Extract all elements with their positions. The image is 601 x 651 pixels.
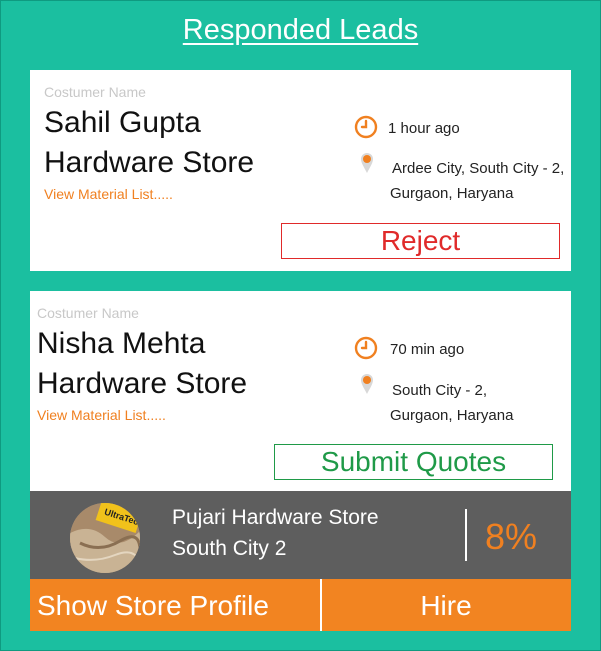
location-pin-icon [360,373,374,400]
address-line-2: Gurgaon, Haryana [390,407,514,424]
address-line-1: Ardee City, South City - 2, [392,160,565,177]
submit-quotes-button[interactable]: Submit Quotes [274,444,553,480]
customer-name-label: Costumer Name [37,305,139,321]
lead-card: Costumer Name Nisha Mehta Hardware Store… [30,291,571,491]
page-title: Responded Leads [182,14,419,46]
show-store-profile-button[interactable]: Show Store Profile [37,579,317,631]
store-type: Hardware Store [44,146,255,179]
customer-name: Sahil Gupta [44,106,201,139]
store-avatar: UltraTech [70,503,140,573]
store-type: Hardware Store [37,367,248,400]
customer-name-label: Costumer Name [44,84,146,100]
response-time: 70 min ago [390,341,465,358]
lead-card: Costumer Name Sahil Gupta Hardware Store… [30,70,571,271]
view-material-list-link[interactable]: View Material List..... [37,407,166,423]
view-material-list-link[interactable]: View Material List..... [44,186,173,202]
customer-name: Nisha Mehta [37,327,206,360]
location-pin-icon [360,152,374,179]
store-summary-bar: UltraTech Pujari Hardware Store South Ci… [30,491,571,579]
hire-button[interactable]: Hire [321,579,571,631]
store-percentage: 8% [485,516,538,557]
action-bar: Show Store Profile Hire [30,579,571,631]
clock-icon [354,115,378,144]
clock-icon [354,336,378,365]
vertical-divider [465,509,467,561]
store-name: Pujari Hardware Store [172,506,379,529]
store-city: South City 2 [172,537,287,560]
address-line-1: South City - 2, [392,382,488,399]
response-time: 1 hour ago [388,120,460,137]
reject-button[interactable]: Reject [281,223,560,259]
address-line-2: Gurgaon, Haryana [390,185,514,202]
